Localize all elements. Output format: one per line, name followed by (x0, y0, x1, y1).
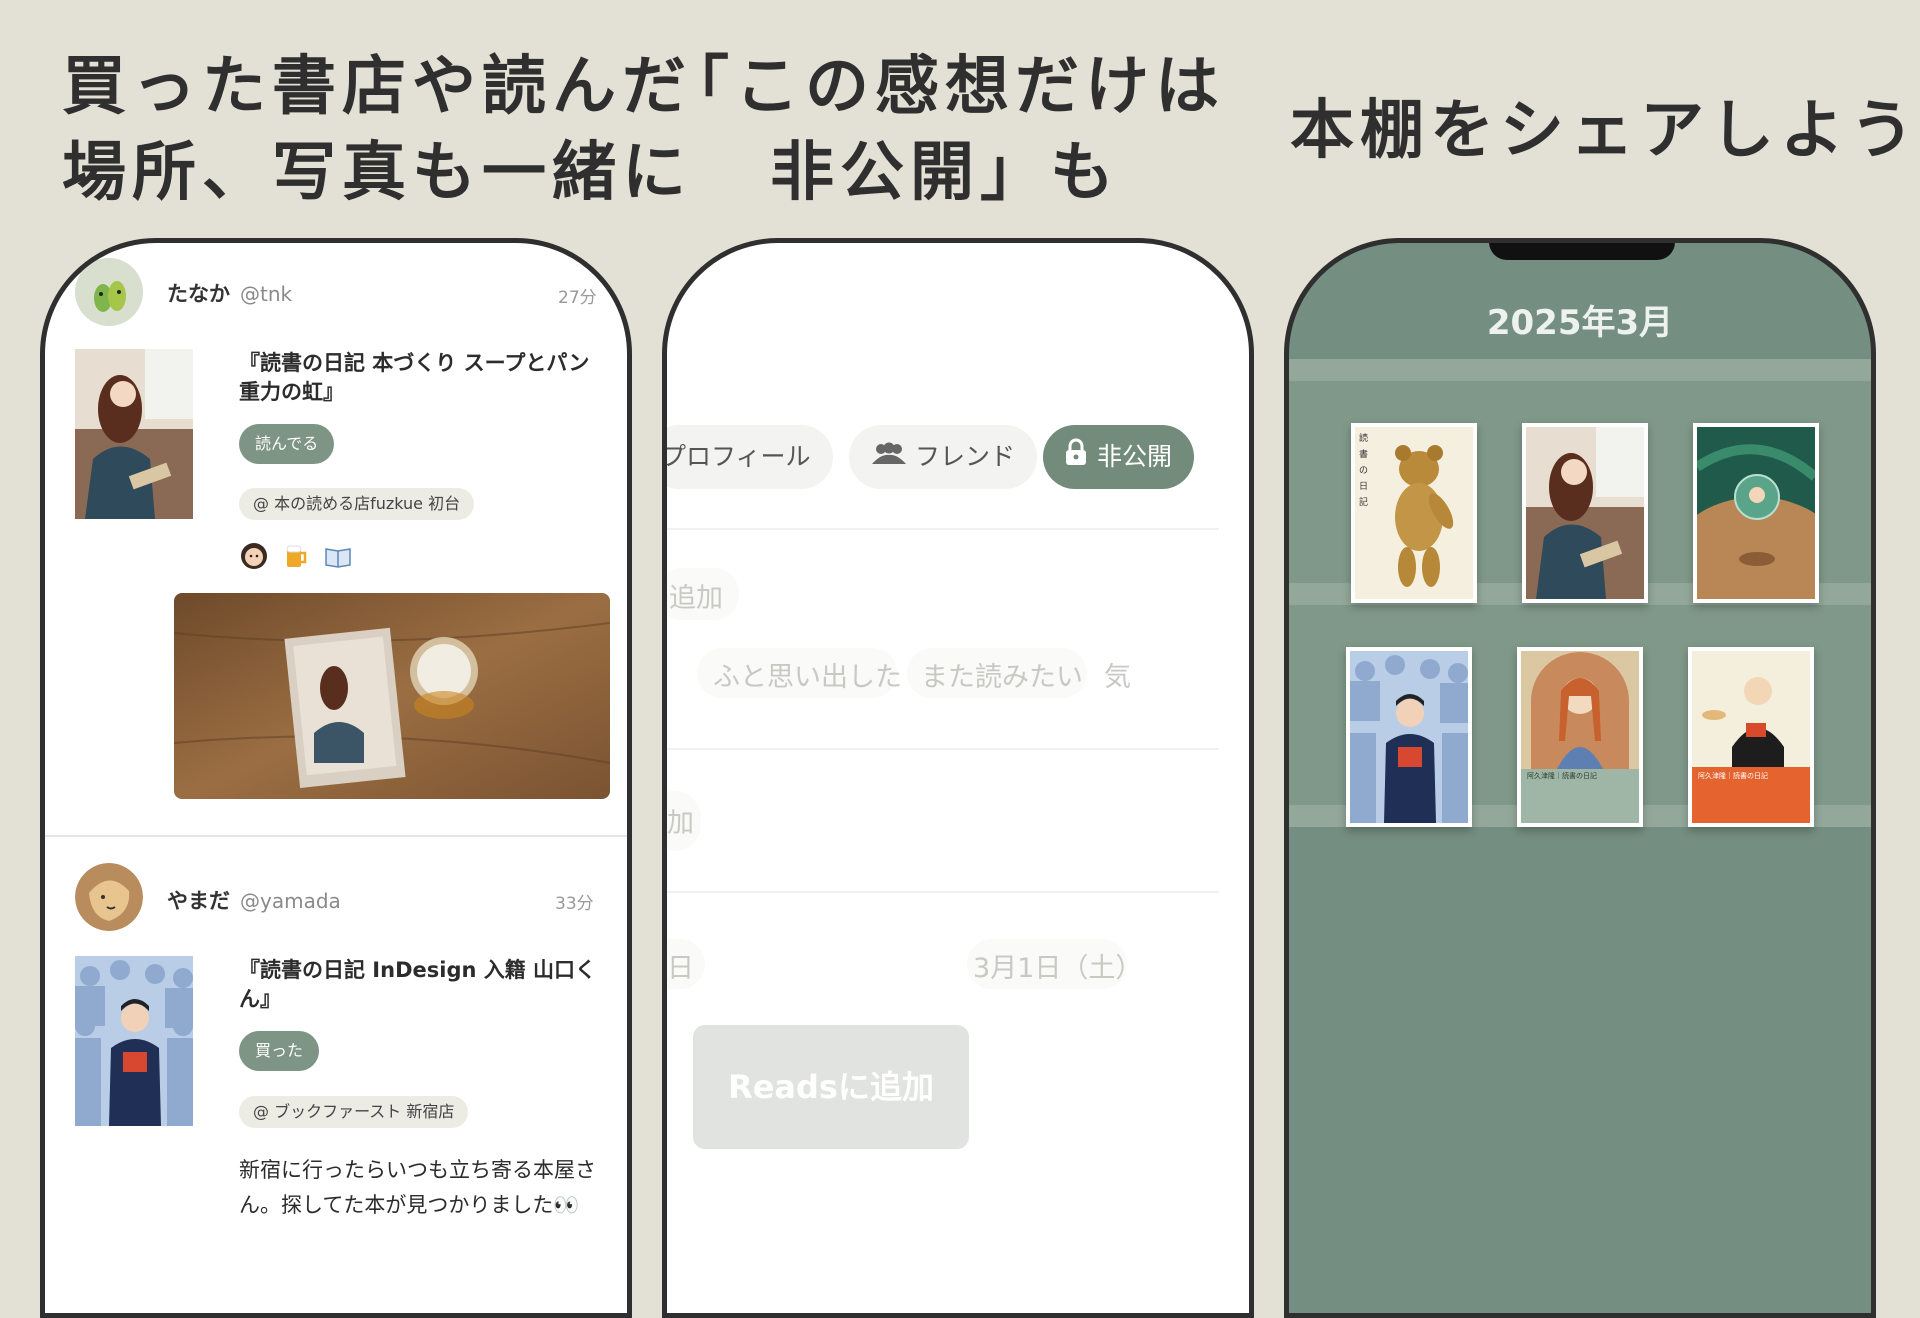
space-cover[interactable] (1693, 423, 1819, 603)
avatar[interactable] (75, 258, 143, 326)
tab-friends[interactable]: フレンド (849, 425, 1038, 490)
orange-cover[interactable]: 阿久津隆｜読書の日記 (1688, 647, 1814, 827)
headline-line: 買った書店や読んだ (62, 50, 692, 124)
headline-shelf: 本棚をシェアしよう (1290, 88, 1920, 174)
book-title[interactable]: 『読書の日記 本づくり スープとパン 重力の虹』 (239, 349, 609, 407)
crowd-cover[interactable] (1346, 647, 1472, 827)
teddy-bear-cover[interactable]: 読 書 の 日 記 (1351, 423, 1477, 603)
section-divider (667, 528, 1219, 530)
date-left-label: 日 (667, 953, 694, 984)
shelf-top (1289, 359, 1871, 381)
reading-status-badge: 買った (239, 1031, 320, 1071)
tag-label: ふと思い出した (713, 662, 902, 693)
username-text: やまだ (167, 889, 230, 913)
braids-cover[interactable]: 阿久津隆｜読書の日記 (1517, 647, 1643, 827)
phone-bookshelf: 2025年3月 読 書 の 日 記 阿久津隆｜読書の日記 阿久津隆｜読書の日記 (1284, 238, 1876, 1318)
book-title[interactable]: 『読書の日記 InDesign 入籍 山口くん』 (239, 956, 609, 1014)
friends-icon (871, 426, 907, 490)
post-divider (45, 835, 627, 837)
lock-icon (1065, 426, 1087, 490)
tab-private[interactable]: 非公開 (1043, 425, 1195, 490)
section-divider (667, 748, 1219, 750)
tab-label: 非公開 (1097, 442, 1173, 471)
cover-caption: 阿久津隆｜読書の日記 (1698, 772, 1768, 780)
user-handle: @tnk (240, 282, 293, 306)
phone-privacy: プロフィール フレンド 非公開 追加 ふと思い出した また読みたい 気 加 日 … (662, 238, 1254, 1318)
woman-reading-cover[interactable] (1522, 423, 1648, 603)
date-label: 3月1日（土） (973, 953, 1143, 984)
beer-emoji-icon[interactable] (281, 541, 311, 575)
place-tag[interactable]: @ ブックファースト 新宿店 (239, 1096, 469, 1128)
add-to-reads-button[interactable]: Readsに追加 (693, 1025, 969, 1149)
place-tag[interactable]: @ 本の読める店fuzkue 初台 (239, 488, 475, 520)
username[interactable]: やまだ @yamada (167, 885, 341, 915)
user-handle: @yamada (240, 889, 341, 913)
book-emoji-icon[interactable] (323, 541, 353, 575)
tab-label: フレンド (915, 442, 1016, 471)
partial-chip-label: 加 (667, 808, 694, 839)
add-chip-label: 追加 (669, 583, 723, 614)
username-text: たなか (167, 282, 230, 306)
reading-status-badge: 読んでる (239, 424, 335, 464)
headline-private: 「この感想だけは 非公開」も (665, 44, 1225, 216)
headline-line: 場所、写真も一緒に (62, 136, 692, 210)
shelf-month: 2025年3月 (1486, 303, 1674, 343)
post-comment: 新宿に行ったらいつも立ち寄る本屋さん。探してた本が見つかりました👀 (239, 1158, 596, 1217)
section-divider (667, 891, 1219, 893)
book-cover[interactable] (75, 956, 193, 1126)
post-time: 33分 (555, 894, 594, 914)
book-cover[interactable] (75, 349, 193, 519)
tag-label: 気 (1104, 662, 1131, 693)
reactions (239, 541, 353, 575)
tab-label: プロフィール (662, 442, 811, 471)
woman-emoji-icon[interactable] (239, 541, 269, 575)
tab-profile[interactable]: プロフィール (662, 425, 833, 489)
headline-photos: 買った書店や読んだ 場所、写真も一緒に (62, 44, 692, 216)
avatar[interactable] (75, 863, 143, 931)
post-time: 27分 (558, 288, 597, 308)
phone-notch (1489, 243, 1675, 260)
headline-line: 本棚をシェアしよう (1290, 94, 1920, 168)
headline-line: 非公開」も (770, 136, 1120, 210)
post-photo[interactable] (174, 593, 610, 799)
headline-line: 「この感想だけは (665, 50, 1225, 124)
phone-feed: たなか @tnk 27分 『読書の日記 本づくり スープとパン 重力の虹』 読んで… (40, 238, 632, 1318)
tag-label: また読みたい (921, 662, 1083, 693)
username[interactable]: たなか @tnk (167, 278, 292, 308)
cover-caption: 阿久津隆｜読書の日記 (1527, 772, 1597, 780)
cover-title: 読 書 の 日 記 (1359, 434, 1369, 508)
